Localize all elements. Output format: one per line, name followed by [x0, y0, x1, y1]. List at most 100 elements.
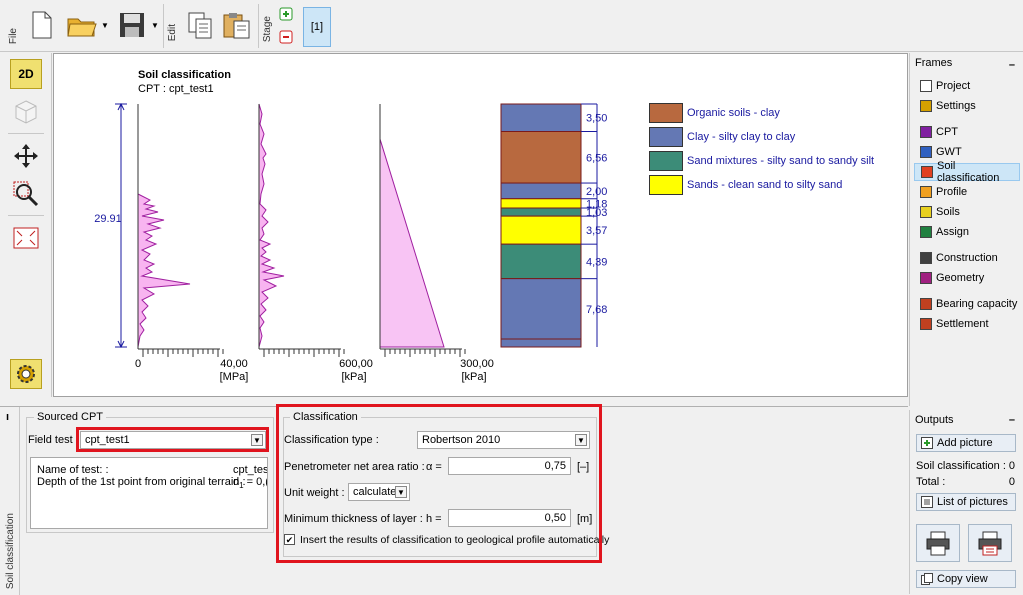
frame-item-profile[interactable]: Profile [914, 183, 1020, 201]
frame-item-geometry[interactable]: Geometry [914, 269, 1020, 287]
frame-item-cpt[interactable]: CPT [914, 123, 1020, 141]
new-file-button[interactable] [28, 8, 56, 42]
panel3-unit: [kPa] [461, 371, 486, 383]
legend-clay-swatch [649, 127, 683, 147]
list-icon [921, 496, 933, 508]
legend-sandmix-label: Sand mixtures - silty sand to sandy silt [687, 155, 875, 167]
classification-highlight [276, 404, 602, 563]
add-stage-button[interactable] [279, 7, 293, 21]
legend-clay-label: Clay - silty clay to clay [687, 131, 796, 143]
info-depth-label: Depth of the 1st point from original ter… [37, 476, 246, 488]
profile-layer [500, 198, 582, 209]
settlement-icon [920, 318, 932, 330]
magnifier-icon [13, 181, 39, 207]
copy-button[interactable] [184, 8, 216, 42]
geometry-icon [920, 272, 932, 284]
view-3d-button[interactable] [10, 97, 42, 127]
panel2-max: 600,00 [339, 358, 373, 370]
print-button[interactable] [916, 524, 960, 562]
panel3-max: 300,00 [460, 358, 494, 370]
soil-class-count-label: Soil classification : [916, 460, 1006, 472]
move-arrows-icon [14, 144, 38, 168]
profile-layer-bottom [500, 338, 582, 348]
view-toolbar: 2D [0, 53, 52, 397]
open-file-button[interactable] [64, 8, 100, 42]
legend-sands: Sands - clean sand to silty sand [649, 175, 842, 195]
frame-item-label: Geometry [936, 272, 985, 284]
frame-item-label: Construction [936, 252, 998, 264]
legend-sands-swatch [649, 175, 683, 195]
frame-item-construction[interactable]: Construction [914, 249, 1020, 267]
side-tab-label: Soil classification [5, 512, 16, 589]
profile-icon [920, 186, 932, 198]
list-of-pictures-button[interactable]: List of pictures [916, 493, 1016, 511]
frame-item-label: Soil classification [937, 160, 1000, 184]
frame-item-label: Assign [936, 226, 970, 238]
side-tab-pin[interactable]: ı [6, 411, 9, 423]
frame-item-settlement[interactable]: Settlement [914, 315, 1020, 333]
copy-view-button[interactable]: Copy view [916, 570, 1016, 588]
frame-item-soil-classification[interactable]: Soil classification [914, 160, 1020, 184]
drawing-settings-button[interactable] [10, 359, 42, 389]
depth-label: 29.91 [94, 213, 122, 225]
axis-ticks [142, 349, 466, 357]
profile-layer [500, 243, 582, 280]
sourced-cpt-legend: Sourced CPT [34, 411, 107, 423]
add-picture-button[interactable]: Add picture [916, 434, 1016, 452]
assign-icon [920, 226, 932, 238]
remove-stage-button[interactable] [279, 30, 293, 44]
printer-export-icon [978, 531, 1002, 556]
copy-icon [188, 12, 212, 39]
total-count: 0 [1008, 476, 1015, 488]
gear-icon [17, 365, 35, 383]
legend-organic-label: Organic soils - clay [687, 107, 780, 119]
outputs-collapse-button[interactable]: – [1009, 414, 1015, 426]
frame-item-soils[interactable]: Soils [914, 203, 1020, 221]
bearing-capacity-icon [920, 298, 932, 310]
outputs-panel: Outputs – Add picture Soil classificatio… [909, 410, 1023, 594]
cpt-icon [920, 126, 932, 138]
print-export-button[interactable] [968, 524, 1012, 562]
settings-gear-icon [920, 100, 932, 112]
construction-icon [920, 252, 932, 264]
stage-1-tab[interactable]: [1] [303, 7, 331, 47]
profile-layer [500, 103, 582, 132]
side-tab[interactable]: ı Soil classification [0, 407, 20, 595]
frame-item-label: Profile [936, 186, 968, 198]
paste-icon [223, 13, 250, 39]
frames-collapse-button[interactable]: – [1009, 59, 1015, 71]
save-file-button[interactable] [116, 8, 148, 42]
info-name-value: cpt_tes [233, 464, 268, 476]
frames-panel: Frames – Project Settings CPT GWT Soil class… [909, 53, 1023, 406]
panel1-unit: [MPa] [220, 371, 249, 383]
pan-button[interactable] [10, 141, 42, 171]
info-depth-subscript: 1 [239, 481, 244, 491]
frame-item-gwt[interactable]: GWT [914, 143, 1020, 161]
frame-item-assign[interactable]: Assign [914, 223, 1020, 241]
open-dropdown-arrow[interactable]: ▼ [100, 20, 110, 30]
legend-organic: Organic soils - clay [649, 103, 780, 123]
zoom-button[interactable] [10, 179, 42, 209]
frame-item-project[interactable]: Project [914, 77, 1020, 95]
cpt-info-box: Name of test: : cpt_tes Depth of the 1st… [30, 457, 268, 529]
view-2d-button[interactable]: 2D [10, 59, 42, 89]
minus-circle-icon [279, 30, 293, 44]
frame-item-settings[interactable]: Settings [914, 97, 1020, 115]
legend-sandmix-swatch [649, 151, 683, 171]
save-dropdown-arrow[interactable]: ▼ [150, 20, 160, 30]
add-picture-label: Add picture [937, 437, 993, 449]
outputs-header: Outputs [915, 414, 954, 426]
paste-button[interactable] [220, 8, 254, 42]
profile-layer [500, 278, 582, 340]
zoom-extents-button[interactable] [10, 223, 42, 253]
fit-extents-icon [13, 227, 39, 249]
file-group-label: File [8, 28, 19, 45]
frame-item-bearing-capacity[interactable]: Bearing capacity [914, 295, 1020, 313]
drawing-canvas[interactable]: Soil classification CPT : cpt_test1 29.9… [53, 53, 908, 397]
field-test-highlight [76, 427, 269, 452]
edit-group-label: Edit [167, 24, 178, 42]
plus-circle-icon [279, 7, 293, 21]
profile-layer [500, 130, 582, 184]
add-picture-icon [921, 437, 933, 449]
info-depth-value: = 0,( [246, 476, 268, 488]
